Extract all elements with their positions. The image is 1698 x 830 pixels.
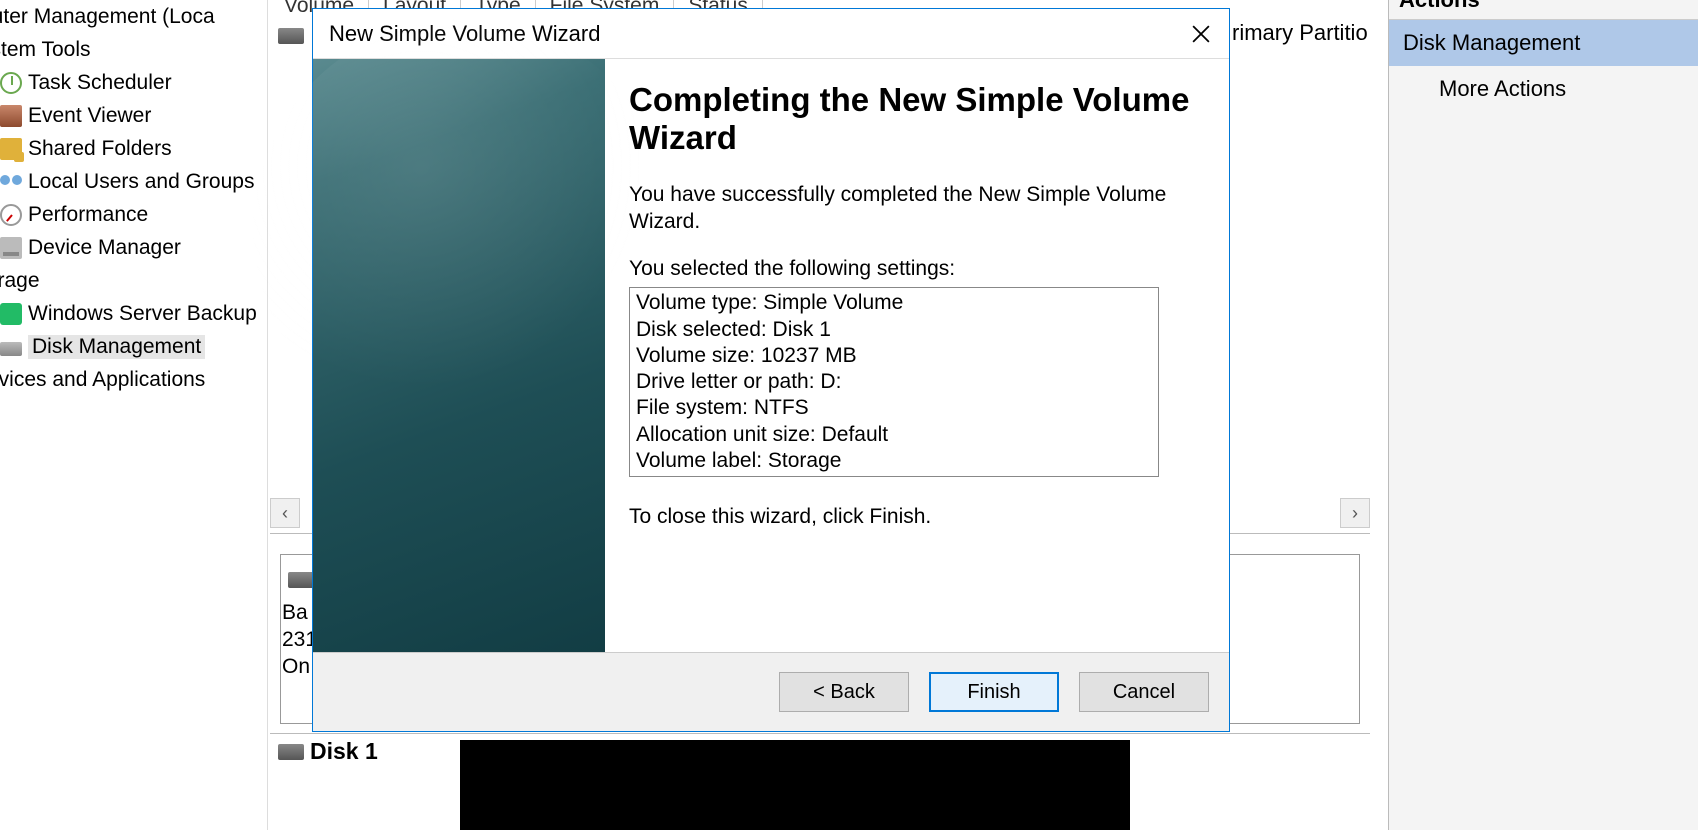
tree-item-label: Local Users and Groups <box>28 170 254 194</box>
dialog-button-row: < Back Finish Cancel <box>313 653 1229 731</box>
tree-root-label: puter Management (Loca <box>0 5 215 29</box>
setting-row: File system: NTFS <box>636 395 1152 421</box>
tree-item-local-users[interactable]: Local Users and Groups <box>0 165 262 198</box>
tree-item-label: Windows Server Backup <box>28 302 257 326</box>
settings-label: You selected the following settings: <box>629 257 1201 281</box>
tree-root[interactable]: puter Management (Loca <box>0 0 262 33</box>
tree-item-windows-backup[interactable]: Windows Server Backup <box>0 297 262 330</box>
gauge-icon <box>0 204 22 226</box>
scroll-left-button[interactable]: ‹ <box>270 498 300 528</box>
setting-row: Allocation unit size: Default <box>636 422 1152 448</box>
tree-item-label: Event Viewer <box>28 104 151 128</box>
actions-item-more-actions[interactable]: More Actions <box>1389 66 1698 112</box>
tree-item-disk-management[interactable]: Disk Management <box>0 330 262 363</box>
setting-row: Volume label: Storage <box>636 448 1152 474</box>
wizard-heading: Completing the New Simple Volume Wizard <box>629 81 1201 157</box>
actions-panel: Actions Disk Management More Actions <box>1388 0 1698 830</box>
tree-item-event-viewer[interactable]: Event Viewer <box>0 99 262 132</box>
cancel-button[interactable]: Cancel <box>1079 672 1209 712</box>
back-button[interactable]: < Back <box>779 672 909 712</box>
disk-icon <box>278 28 304 44</box>
tree-item-label: Shared Folders <box>28 137 172 161</box>
finish-button[interactable]: Finish <box>929 672 1059 712</box>
new-simple-volume-wizard-dialog: New Simple Volume Wizard Completing the … <box>312 8 1230 732</box>
actions-item-label: Disk Management <box>1403 30 1580 55</box>
event-icon <box>0 105 22 127</box>
close-button[interactable] <box>1181 16 1221 52</box>
clock-icon <box>0 72 22 94</box>
tree-group-storage[interactable]: torage <box>0 264 262 297</box>
tree-item-shared-folders[interactable]: Shared Folders <box>0 132 262 165</box>
setting-row: Volume size: 10237 MB <box>636 343 1152 369</box>
tree-item-label: Performance <box>28 203 148 227</box>
tree-item-label: Device Manager <box>28 236 181 260</box>
setting-row: Volume type: Simple Volume <box>636 290 1152 316</box>
setting-row: Drive letter or path: D: <box>636 369 1152 395</box>
close-icon <box>1192 25 1210 43</box>
wizard-sidebar-graphic <box>313 59 605 652</box>
wizard-close-hint: To close this wizard, click Finish. <box>629 505 1201 529</box>
backup-icon <box>0 303 22 325</box>
disk1-label-row[interactable]: Disk 1 <box>278 738 378 765</box>
disk-icon <box>278 744 304 760</box>
actions-item-disk-management[interactable]: Disk Management <box>1389 20 1698 66</box>
dialog-body: Completing the New Simple Volume Wizard … <box>313 59 1229 653</box>
scroll-right-button[interactable]: › <box>1340 498 1370 528</box>
disk-icon <box>288 572 314 588</box>
disk1-partition[interactable] <box>460 740 1130 830</box>
device-icon <box>0 237 22 259</box>
pane-separator <box>270 733 1370 735</box>
setting-row: Disk selected: Disk 1 <box>636 317 1152 343</box>
settings-listbox[interactable]: Volume type: Simple Volume Disk selected… <box>629 287 1159 477</box>
disk-icon <box>0 342 22 356</box>
wizard-intro: You have successfully completed the New … <box>629 181 1201 236</box>
tree-item-task-scheduler[interactable]: Task Scheduler <box>0 66 262 99</box>
tree-item-device-manager[interactable]: Device Manager <box>0 231 262 264</box>
tree-splitter[interactable] <box>262 0 268 830</box>
tree-group-label: ervices and Applications <box>0 368 205 392</box>
actions-header: Actions <box>1389 0 1698 20</box>
mmc-tree: puter Management (Loca ystem Tools Task … <box>0 0 262 830</box>
tree-item-performance[interactable]: Performance <box>0 198 262 231</box>
tree-group-system-tools[interactable]: ystem Tools <box>0 33 262 66</box>
tree-group-services[interactable]: ervices and Applications <box>0 363 262 396</box>
wizard-content: Completing the New Simple Volume Wizard … <box>605 59 1229 652</box>
tree-item-label: Task Scheduler <box>28 71 172 95</box>
actions-item-label: More Actions <box>1439 76 1566 101</box>
users-icon <box>0 171 22 193</box>
disk0-unallocated[interactable] <box>1229 555 1359 723</box>
tree-group-label: ystem Tools <box>0 38 91 62</box>
tree-group-label: torage <box>0 269 40 293</box>
tree-item-label: Disk Management <box>28 335 205 359</box>
folder-icon <box>0 138 22 160</box>
disk1-label: Disk 1 <box>310 738 378 765</box>
status-primary-partition: rimary Partitio <box>1232 20 1368 46</box>
setting-row: Quick format: Yes <box>636 474 1152 477</box>
